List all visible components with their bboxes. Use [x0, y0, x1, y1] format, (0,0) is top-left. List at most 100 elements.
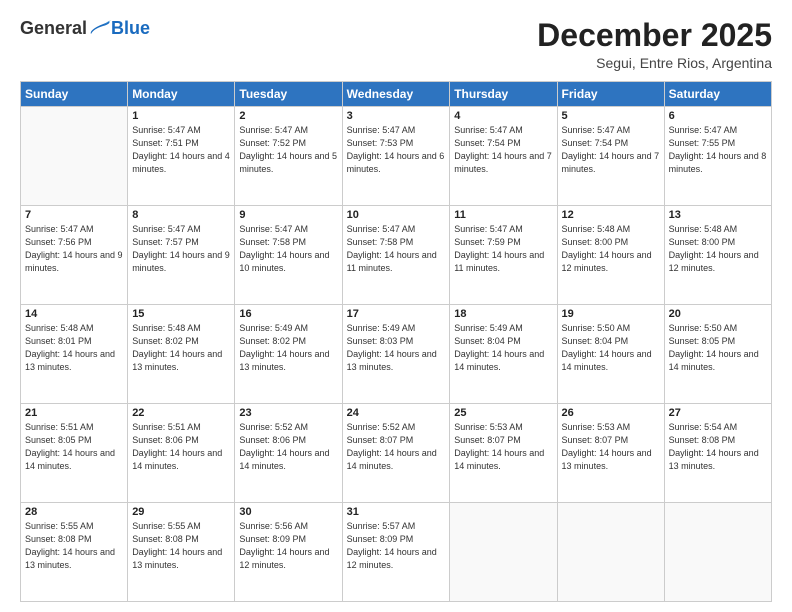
calendar-day: 15 Sunrise: 5:48 AMSunset: 8:02 PMDayligh… [128, 305, 235, 404]
day-info: Sunrise: 5:49 AMSunset: 8:04 PMDaylight:… [454, 322, 552, 374]
day-info: Sunrise: 5:50 AMSunset: 8:04 PMDaylight:… [562, 322, 660, 374]
weekday-header: Wednesday [342, 82, 450, 107]
day-info: Sunrise: 5:48 AMSunset: 8:00 PMDaylight:… [562, 223, 660, 275]
calendar-day: 2 Sunrise: 5:47 AMSunset: 7:52 PMDaylight… [235, 107, 342, 206]
day-info: Sunrise: 5:57 AMSunset: 8:09 PMDaylight:… [347, 520, 446, 572]
day-info: Sunrise: 5:47 AMSunset: 7:54 PMDaylight:… [562, 124, 660, 176]
day-number: 13 [669, 209, 767, 221]
day-info: Sunrise: 5:52 AMSunset: 8:07 PMDaylight:… [347, 421, 446, 473]
calendar-week-row: 1 Sunrise: 5:47 AMSunset: 7:51 PMDaylight… [21, 107, 772, 206]
day-info: Sunrise: 5:47 AMSunset: 7:58 PMDaylight:… [239, 223, 337, 275]
day-info: Sunrise: 5:49 AMSunset: 8:02 PMDaylight:… [239, 322, 337, 374]
day-info: Sunrise: 5:56 AMSunset: 8:09 PMDaylight:… [239, 520, 337, 572]
day-info: Sunrise: 5:51 AMSunset: 8:05 PMDaylight:… [25, 421, 123, 473]
day-number: 3 [347, 110, 446, 122]
calendar-day: 13 Sunrise: 5:48 AMSunset: 8:00 PMDayligh… [664, 206, 771, 305]
day-info: Sunrise: 5:47 AMSunset: 7:54 PMDaylight:… [454, 124, 552, 176]
day-info: Sunrise: 5:49 AMSunset: 8:03 PMDaylight:… [347, 322, 446, 374]
calendar-day: 3Sunrise: 5:47 AMSunset: 7:53 PMDaylight… [342, 107, 450, 206]
calendar-week-row: 28 Sunrise: 5:55 AMSunset: 8:08 PMDayligh… [21, 503, 772, 602]
day-number: 2 [239, 110, 337, 122]
weekday-header: Monday [128, 82, 235, 107]
day-number: 12 [562, 209, 660, 221]
day-info: Sunrise: 5:47 AMSunset: 7:56 PMDaylight:… [25, 223, 123, 275]
day-number: 18 [454, 308, 552, 320]
day-number: 6 [669, 110, 767, 122]
calendar-day [557, 503, 664, 602]
day-number: 23 [239, 407, 337, 419]
calendar-day: 31 Sunrise: 5:57 AMSunset: 8:09 PMDayligh… [342, 503, 450, 602]
day-info: Sunrise: 5:54 AMSunset: 8:08 PMDaylight:… [669, 421, 767, 473]
day-info: Sunrise: 5:50 AMSunset: 8:05 PMDaylight:… [669, 322, 767, 374]
day-number: 28 [25, 506, 123, 518]
day-number: 15 [132, 308, 230, 320]
day-info: Sunrise: 5:47 AMSunset: 7:59 PMDaylight:… [454, 223, 552, 275]
month-title: December 2025 [537, 18, 772, 53]
day-number: 27 [669, 407, 767, 419]
day-number: 8 [132, 209, 230, 221]
day-info: Sunrise: 5:47 AMSunset: 7:55 PMDaylight:… [669, 124, 767, 176]
calendar-day: 12 Sunrise: 5:48 AMSunset: 8:00 PMDayligh… [557, 206, 664, 305]
weekday-header: Tuesday [235, 82, 342, 107]
day-number: 1 [132, 110, 230, 122]
calendar-day: 10Sunrise: 5:47 AMSunset: 7:58 PMDayligh… [342, 206, 450, 305]
day-info: Sunrise: 5:47 AMSunset: 7:51 PMDaylight:… [132, 124, 230, 176]
day-number: 26 [562, 407, 660, 419]
weekday-header: Friday [557, 82, 664, 107]
calendar-day: 22 Sunrise: 5:51 AMSunset: 8:06 PMDayligh… [128, 404, 235, 503]
calendar-day [664, 503, 771, 602]
calendar-day: 20 Sunrise: 5:50 AMSunset: 8:05 PMDayligh… [664, 305, 771, 404]
calendar-header-row: SundayMondayTuesdayWednesdayThursdayFrid… [21, 82, 772, 107]
header: General Blue December 2025 Segui, Entre … [20, 18, 772, 71]
day-number: 25 [454, 407, 552, 419]
calendar-day: 30 Sunrise: 5:56 AMSunset: 8:09 PMDayligh… [235, 503, 342, 602]
calendar: SundayMondayTuesdayWednesdayThursdayFrid… [20, 81, 772, 602]
day-info: Sunrise: 5:55 AMSunset: 8:08 PMDaylight:… [25, 520, 123, 572]
calendar-day [21, 107, 128, 206]
weekday-header: Thursday [450, 82, 557, 107]
day-number: 4 [454, 110, 552, 122]
calendar-day: 14Sunrise: 5:48 AMSunset: 8:01 PMDayligh… [21, 305, 128, 404]
calendar-day: 27 Sunrise: 5:54 AMSunset: 8:08 PMDayligh… [664, 404, 771, 503]
day-info: Sunrise: 5:47 AMSunset: 7:52 PMDaylight:… [239, 124, 337, 176]
weekday-header: Sunday [21, 82, 128, 107]
day-number: 16 [239, 308, 337, 320]
day-info: Sunrise: 5:48 AMSunset: 8:00 PMDaylight:… [669, 223, 767, 275]
day-number: 22 [132, 407, 230, 419]
calendar-week-row: 7 Sunrise: 5:47 AMSunset: 7:56 PMDaylight… [21, 206, 772, 305]
day-number: 29 [132, 506, 230, 518]
calendar-day: 11Sunrise: 5:47 AMSunset: 7:59 PMDayligh… [450, 206, 557, 305]
title-area: December 2025 Segui, Entre Rios, Argenti… [537, 18, 772, 71]
calendar-day [450, 503, 557, 602]
calendar-day: 17Sunrise: 5:49 AMSunset: 8:03 PMDayligh… [342, 305, 450, 404]
day-number: 21 [25, 407, 123, 419]
calendar-week-row: 21 Sunrise: 5:51 AMSunset: 8:05 PMDayligh… [21, 404, 772, 503]
calendar-day: 16 Sunrise: 5:49 AMSunset: 8:02 PMDayligh… [235, 305, 342, 404]
calendar-day: 7 Sunrise: 5:47 AMSunset: 7:56 PMDaylight… [21, 206, 128, 305]
calendar-day: 28 Sunrise: 5:55 AMSunset: 8:08 PMDayligh… [21, 503, 128, 602]
day-info: Sunrise: 5:55 AMSunset: 8:08 PMDaylight:… [132, 520, 230, 572]
calendar-day: 4 Sunrise: 5:47 AMSunset: 7:54 PMDaylight… [450, 107, 557, 206]
calendar-day: 5Sunrise: 5:47 AMSunset: 7:54 PMDaylight… [557, 107, 664, 206]
day-number: 20 [669, 308, 767, 320]
day-number: 31 [347, 506, 446, 518]
page: General Blue December 2025 Segui, Entre … [0, 0, 792, 612]
calendar-week-row: 14Sunrise: 5:48 AMSunset: 8:01 PMDayligh… [21, 305, 772, 404]
calendar-day: 9Sunrise: 5:47 AMSunset: 7:58 PMDaylight… [235, 206, 342, 305]
day-info: Sunrise: 5:47 AMSunset: 7:58 PMDaylight:… [347, 223, 446, 275]
day-info: Sunrise: 5:48 AMSunset: 8:02 PMDaylight:… [132, 322, 230, 374]
calendar-day: 18 Sunrise: 5:49 AMSunset: 8:04 PMDayligh… [450, 305, 557, 404]
logo: General Blue [20, 18, 150, 39]
calendar-day: 21 Sunrise: 5:51 AMSunset: 8:05 PMDayligh… [21, 404, 128, 503]
day-number: 7 [25, 209, 123, 221]
weekday-header: Saturday [664, 82, 771, 107]
day-info: Sunrise: 5:51 AMSunset: 8:06 PMDaylight:… [132, 421, 230, 473]
logo-bird-icon [89, 20, 111, 38]
subtitle: Segui, Entre Rios, Argentina [537, 55, 772, 71]
day-number: 24 [347, 407, 446, 419]
calendar-day: 29 Sunrise: 5:55 AMSunset: 8:08 PMDayligh… [128, 503, 235, 602]
calendar-day: 6 Sunrise: 5:47 AMSunset: 7:55 PMDaylight… [664, 107, 771, 206]
day-info: Sunrise: 5:48 AMSunset: 8:01 PMDaylight:… [25, 322, 123, 374]
day-number: 30 [239, 506, 337, 518]
logo-general: General [20, 18, 87, 39]
